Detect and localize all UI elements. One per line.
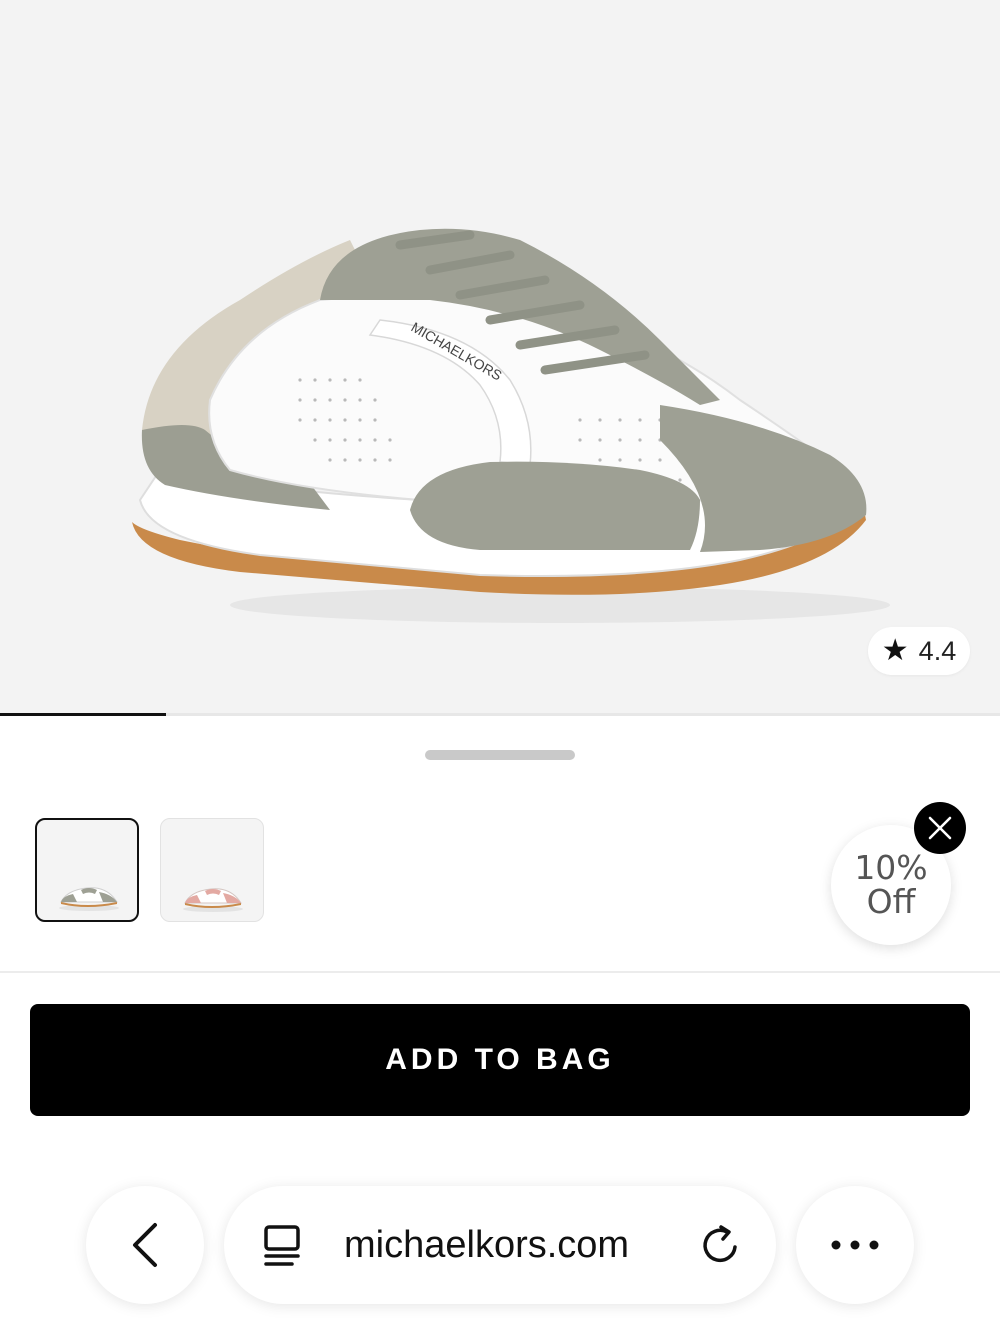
more-icon [831,1240,879,1250]
rating-badge[interactable]: ★ 4.4 [868,627,970,675]
address-bar[interactable]: michaelkors.com [224,1186,776,1304]
sneaker-image: MICHAELKORS [132,228,890,623]
sheet-grabber-handle[interactable] [425,750,575,760]
rating-value: 4.4 [918,635,957,666]
promo-off: Off [866,882,916,921]
page-icon[interactable] [262,1224,302,1268]
pink-sneaker-thumbnail [183,888,243,912]
reload-icon[interactable] [699,1223,743,1267]
color-swatch-pink-white[interactable] [160,818,264,922]
add-to-bag-button[interactable]: ADD TO BAG [30,1004,970,1116]
close-icon [928,816,952,840]
star-icon: ★ [881,634,909,667]
back-button[interactable] [86,1186,204,1304]
more-options-button[interactable] [796,1186,914,1304]
promo-percent: 10% [854,848,928,887]
back-icon [133,1223,157,1267]
image-carousel-progress [0,713,1000,716]
promo-close-button[interactable] [914,802,966,854]
color-swatch-grey-white[interactable] [35,818,139,922]
carousel-progress-fill [0,713,166,716]
section-divider [0,971,1000,973]
url-text[interactable]: michaelkors.com [344,1186,629,1304]
grey-sneaker-thumbnail [59,887,119,911]
product-image[interactable]: MICHAELKORS ★ 4.4 [0,0,1000,715]
